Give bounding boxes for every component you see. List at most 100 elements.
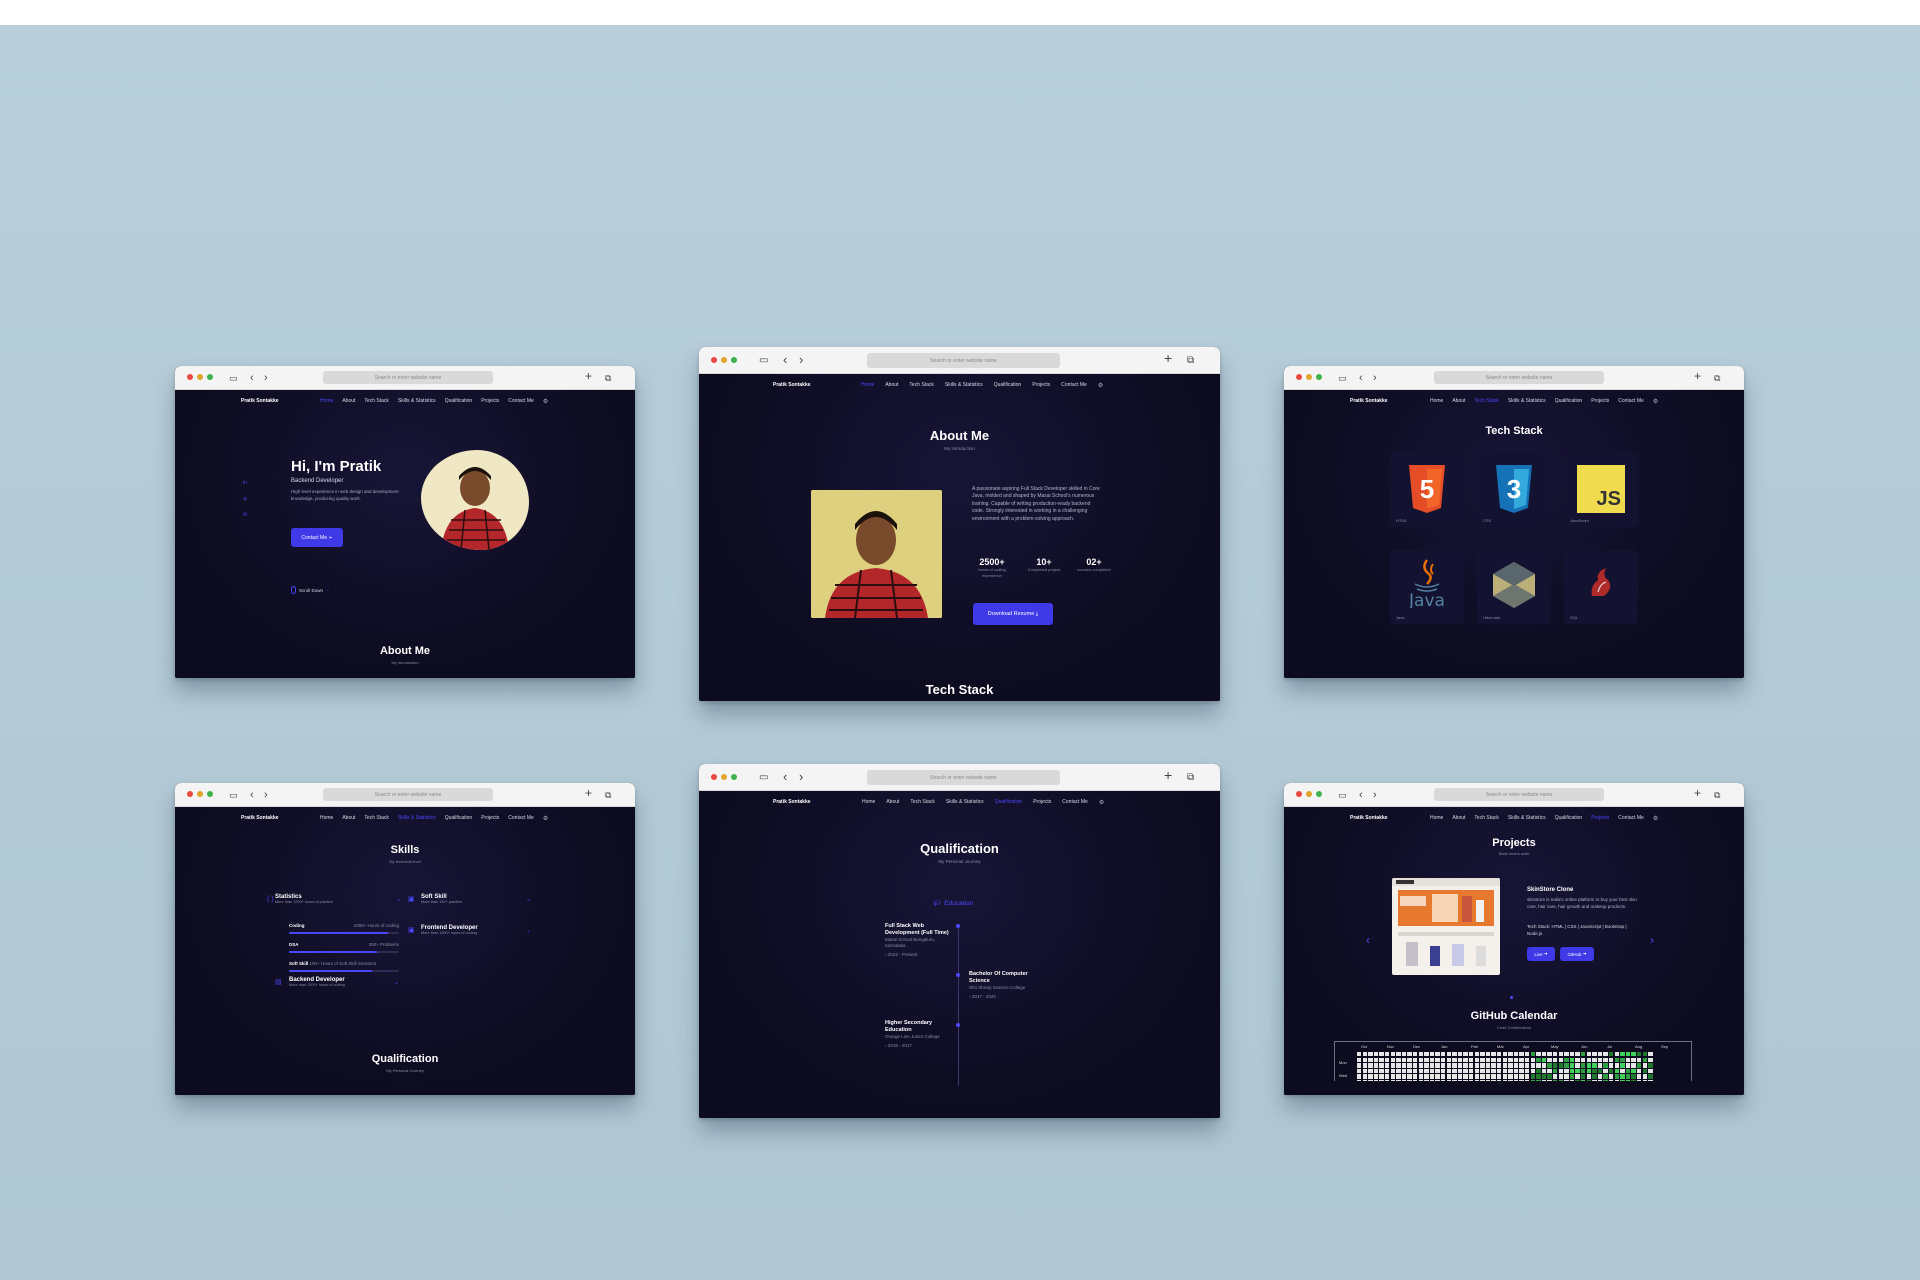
nav-link-contact[interactable]: Contact Me xyxy=(1618,815,1644,822)
download-resume-button[interactable]: Download Resume ⤓ xyxy=(973,603,1053,625)
chevron-right-icon[interactable]: › xyxy=(1650,933,1654,947)
forward-icon[interactable]: › xyxy=(264,371,268,385)
project-screenshot[interactable] xyxy=(1392,878,1500,975)
nav-link-qualification[interactable]: Qualification xyxy=(445,815,473,822)
forward-icon[interactable]: › xyxy=(799,353,803,367)
nav-link-qualification[interactable]: Qualification xyxy=(445,398,473,405)
nav-link-skills[interactable]: Skills & Statistics xyxy=(1508,815,1546,822)
url-bar[interactable]: Search or enter website name xyxy=(867,770,1060,785)
nav-link-about[interactable]: About xyxy=(886,799,899,806)
tabs-icon[interactable]: ⧉ xyxy=(1714,371,1720,385)
nav-link-tech[interactable]: Tech Stack xyxy=(1474,815,1498,822)
window-controls[interactable] xyxy=(187,374,213,380)
tabs-icon[interactable]: ⧉ xyxy=(605,371,611,385)
nav-link-home[interactable]: Home xyxy=(862,799,875,806)
nav-link-tech[interactable]: Tech Stack xyxy=(909,382,933,389)
new-tab-icon[interactable]: + xyxy=(585,369,592,383)
url-bar[interactable]: Search or enter website name xyxy=(867,353,1060,368)
nav-link-home[interactable]: Home xyxy=(320,815,333,822)
brand-logo[interactable]: Pratik Sontakke xyxy=(773,382,811,388)
nav-link-tech[interactable]: Tech Stack xyxy=(364,398,388,405)
nav-link-about[interactable]: About xyxy=(1452,815,1465,822)
back-icon[interactable]: ‹ xyxy=(1359,371,1363,385)
nav-link-home[interactable]: Home xyxy=(1430,398,1443,405)
sidebar-icon[interactable]: ▭ xyxy=(1338,371,1347,385)
nav-link-contact[interactable]: Contact Me xyxy=(1062,799,1088,806)
nav-link-contact[interactable]: Contact Me xyxy=(1061,382,1087,389)
chevron-left-icon[interactable]: ‹ xyxy=(1366,933,1370,947)
sidebar-icon[interactable]: ▭ xyxy=(229,788,238,802)
nav-link-about[interactable]: About xyxy=(342,815,355,822)
nav-link-home[interactable]: Home xyxy=(1430,815,1443,822)
back-icon[interactable]: ‹ xyxy=(1359,788,1363,802)
nav-link-home[interactable]: Home xyxy=(861,382,874,389)
nav-link-qualification[interactable]: Qualification xyxy=(1555,815,1583,822)
nav-link-skills[interactable]: Skills & Statistics xyxy=(1508,398,1546,405)
brand-logo[interactable]: Pratik Sontakke xyxy=(773,799,811,805)
window-controls[interactable] xyxy=(1296,374,1322,380)
url-bar[interactable]: Search or enter website name xyxy=(323,371,493,384)
nav-link-tech[interactable]: Tech Stack xyxy=(910,799,934,806)
brand-logo[interactable]: Pratik Sontakke xyxy=(241,815,279,821)
window-controls[interactable] xyxy=(1296,791,1322,797)
forward-icon[interactable]: › xyxy=(264,788,268,802)
back-icon[interactable]: ‹ xyxy=(250,788,254,802)
forward-icon[interactable]: › xyxy=(799,770,803,784)
forward-icon[interactable]: › xyxy=(1373,371,1377,385)
window-controls[interactable] xyxy=(711,774,737,780)
education-tab[interactable]: 🎓︎ Education xyxy=(933,899,973,908)
tabs-icon[interactable]: ⧉ xyxy=(605,788,611,802)
github-icon[interactable]: ◎ xyxy=(243,496,247,502)
linkedin-icon[interactable]: in xyxy=(243,480,247,486)
url-bar[interactable]: Search or enter website name xyxy=(1434,788,1604,801)
nav-link-projects[interactable]: Projects xyxy=(1033,799,1051,806)
sidebar-icon[interactable]: ▭ xyxy=(1338,788,1347,802)
new-tab-icon[interactable]: + xyxy=(1164,768,1172,782)
nav-link-skills[interactable]: Skills & Statistics xyxy=(398,815,436,822)
nav-link-skills[interactable]: Skills & Statistics xyxy=(398,398,436,405)
url-bar[interactable]: Search or enter website name xyxy=(1434,371,1604,384)
nav-link-tech[interactable]: Tech Stack xyxy=(364,815,388,822)
theme-toggle-icon[interactable]: ⚙ xyxy=(1098,382,1103,389)
nav-link-qualification[interactable]: Qualification xyxy=(994,382,1022,389)
github-button[interactable]: GitHub ➜ xyxy=(1560,947,1594,961)
skill-group-statistics[interactable]: ( ) Statistics More than 1200+ hours of … xyxy=(267,894,401,904)
live-button[interactable]: Live ➜ xyxy=(1527,947,1555,961)
sidebar-icon[interactable]: ▭ xyxy=(759,771,768,785)
nav-link-projects[interactable]: Projects xyxy=(481,398,499,405)
mail-icon[interactable]: ✉ xyxy=(243,512,247,518)
new-tab-icon[interactable]: + xyxy=(1164,351,1172,365)
back-icon[interactable]: ‹ xyxy=(783,770,787,784)
skill-group-backend[interactable]: ▤ Backend Developer More than 1200+ hour… xyxy=(275,977,399,987)
theme-toggle-icon[interactable]: ⚙ xyxy=(1653,398,1658,405)
tabs-icon[interactable]: ⧉ xyxy=(1714,788,1720,802)
nav-link-contact[interactable]: Contact Me xyxy=(508,815,534,822)
back-icon[interactable]: ‹ xyxy=(783,353,787,367)
new-tab-icon[interactable]: + xyxy=(585,786,592,800)
window-controls[interactable] xyxy=(711,357,737,363)
window-controls[interactable] xyxy=(187,791,213,797)
sidebar-icon[interactable]: ▭ xyxy=(229,371,238,385)
nav-link-projects[interactable]: Projects xyxy=(481,815,499,822)
nav-link-home[interactable]: Home xyxy=(320,398,333,405)
brand-logo[interactable]: Pratik Sontakke xyxy=(1350,398,1388,404)
theme-toggle-icon[interactable]: ⚙ xyxy=(1099,799,1104,806)
contact-me-button[interactable]: Contact Me ➢ xyxy=(291,528,343,547)
nav-link-projects[interactable]: Projects xyxy=(1591,815,1609,822)
sidebar-icon[interactable]: ▭ xyxy=(759,354,768,368)
nav-link-about[interactable]: About xyxy=(1452,398,1465,405)
nav-link-about[interactable]: About xyxy=(885,382,898,389)
nav-link-about[interactable]: About xyxy=(342,398,355,405)
theme-toggle-icon[interactable]: ⚙ xyxy=(543,815,548,822)
brand-logo[interactable]: Pratik Sontakke xyxy=(241,398,279,404)
back-icon[interactable]: ‹ xyxy=(250,371,254,385)
nav-link-tech[interactable]: Tech Stack xyxy=(1474,398,1498,405)
nav-link-skills[interactable]: Skills & Statistics xyxy=(945,382,983,389)
scroll-down[interactable]: Scroll Down ⌄ xyxy=(291,586,330,594)
theme-toggle-icon[interactable]: ⚙ xyxy=(1653,815,1658,822)
theme-toggle-icon[interactable]: ⚙ xyxy=(543,398,548,405)
nav-link-skills[interactable]: Skills & Statistics xyxy=(946,799,984,806)
nav-link-contact[interactable]: Contact Me xyxy=(1618,398,1644,405)
new-tab-icon[interactable]: + xyxy=(1694,369,1701,383)
nav-link-qualification[interactable]: Qualification xyxy=(995,799,1023,806)
